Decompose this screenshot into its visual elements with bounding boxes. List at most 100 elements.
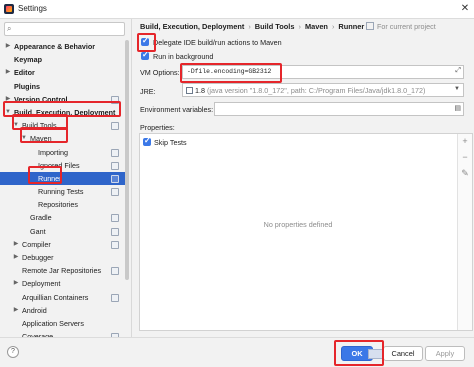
sidebar-item-appearance-behavior[interactable]: ▶ Appearance & Behavior xyxy=(0,40,125,53)
jre-select[interactable]: 1.8 (java version "1.8.0_172", path: C:/… xyxy=(182,83,464,97)
sidebar-item-repositories[interactable]: Repositories xyxy=(0,198,125,211)
sidebar-item-android[interactable]: ▶ Android xyxy=(0,304,125,317)
project-scope-icon xyxy=(111,267,119,276)
project-scope-icon xyxy=(111,188,119,197)
breadcrumb-separator: › xyxy=(298,22,301,31)
chevron-down-icon[interactable]: ▼ xyxy=(20,132,28,145)
sidebar-item-ignored-files[interactable]: Ignored Files xyxy=(0,159,125,172)
delegate-label: Delegate IDE build/run actions to Maven xyxy=(153,38,282,47)
properties-table[interactable]: Skip Tests No properties defined + − ✎ xyxy=(139,133,473,331)
sidebar-item-label: Compiler xyxy=(22,239,51,249)
settings-search-input[interactable]: ⌕ xyxy=(4,22,125,36)
project-scope-icon xyxy=(111,227,119,236)
sidebar-item-gradle[interactable]: Gradle xyxy=(0,211,125,224)
sidebar-item-running-tests[interactable]: Running Tests xyxy=(0,185,125,198)
vm-options-label: VM Options: xyxy=(140,68,180,77)
runner-settings-panel: Build, Execution, Deployment › Build Tools… xyxy=(132,19,474,337)
jre-label: JRE: xyxy=(140,87,156,96)
project-scope-icon xyxy=(111,122,119,131)
vm-options-value: -Dfile.encoding=GB2312 xyxy=(187,68,272,75)
sidebar-item-importing[interactable]: Importing xyxy=(0,146,125,159)
sidebar-item-remote-jar-repositories[interactable]: Remote Jar Repositories xyxy=(0,264,125,277)
sidebar-item-label: Repositories xyxy=(38,200,78,210)
chevron-down-icon[interactable]: ▼ xyxy=(12,119,20,132)
jre-value: 1.8 xyxy=(195,86,205,95)
breadcrumb-item: Maven xyxy=(304,22,328,31)
project-scope-icon xyxy=(111,214,119,223)
chevron-right-icon[interactable]: ▶ xyxy=(4,93,12,106)
chevron-down-icon[interactable]: ▼ xyxy=(4,106,12,119)
sidebar-item-build-tools[interactable]: ▼ Build Tools xyxy=(0,119,125,132)
for-project-label: For current project xyxy=(377,22,436,31)
sidebar-item-label: Debugger xyxy=(22,253,54,262)
edit-icon[interactable]: ✎ xyxy=(458,168,472,179)
breadcrumb-separator: › xyxy=(331,22,335,31)
chevron-right-icon[interactable]: ▶ xyxy=(4,40,12,53)
close-icon[interactable]: ✕ xyxy=(458,2,472,16)
skip-tests-label: Skip Tests xyxy=(154,138,187,147)
sidebar-item-maven[interactable]: ▼ Maven xyxy=(0,132,125,145)
search-icon: ⌕ xyxy=(7,24,12,33)
sidebar-item-label: Gradle xyxy=(30,213,52,223)
skip-tests-checkbox[interactable] xyxy=(143,136,151,146)
settings-sidebar: ⌕ ▶ Appearance & Behavior Keymap ▶ Editor Plu… xyxy=(0,19,132,342)
remove-icon[interactable]: − xyxy=(458,152,472,162)
settings-tree: ▶ Appearance & Behavior Keymap ▶ Editor Plugi… xyxy=(0,40,125,343)
help-button[interactable]: ? xyxy=(7,346,19,358)
project-scope-icon xyxy=(111,240,119,249)
apply-button[interactable]: Apply xyxy=(425,346,465,361)
browse-icon[interactable]: ▤ xyxy=(454,104,461,112)
project-scope-icon xyxy=(111,161,119,170)
project-scope-icon xyxy=(111,95,119,104)
sidebar-item-label: Ignored Files xyxy=(38,160,80,170)
sidebar-item-application-servers[interactable]: Application Servers xyxy=(0,317,125,330)
delegate-checkbox[interactable] xyxy=(141,36,149,46)
title-bar: Settings ✕ xyxy=(0,0,474,19)
sidebar-item-debugger[interactable]: ▶ Debugger xyxy=(0,251,125,264)
sidebar-item-label: Maven xyxy=(30,134,52,144)
chevron-right-icon[interactable]: ▶ xyxy=(12,304,20,317)
sidebar-item-plugins[interactable]: Plugins xyxy=(0,80,125,93)
sidebar-item-label: Plugins xyxy=(14,81,40,91)
no-properties-text: No properties defined xyxy=(263,220,333,229)
sidebar-scrollbar[interactable] xyxy=(125,40,129,280)
sidebar-item-deployment[interactable]: ▶ Deployment xyxy=(0,277,125,290)
properties-toolbar: + − ✎ xyxy=(457,134,472,330)
chevron-right-icon[interactable]: ▶ xyxy=(4,66,12,79)
project-scope-icon xyxy=(111,293,119,302)
sidebar-item-label: Deployment xyxy=(22,279,61,289)
sidebar-item-label: Application Servers xyxy=(22,318,84,328)
sidebar-item-gant[interactable]: Gant xyxy=(0,225,125,238)
sidebar-item-label: Build, Execution, Deployment xyxy=(14,107,116,117)
sidebar-item-build-execution-deployment[interactable]: ▼ Build, Execution, Deployment xyxy=(0,106,125,119)
sidebar-item-label: Appearance & Behavior xyxy=(14,42,96,51)
sidebar-item-label: Running Tests xyxy=(38,187,84,197)
sidebar-item-label: Runner xyxy=(38,173,62,183)
jdk-folder-icon xyxy=(186,87,193,94)
properties-label: Properties: xyxy=(140,123,175,132)
vm-options-input[interactable]: -Dfile.encoding=GB2312 ⤢ xyxy=(182,65,464,79)
environment-variables-input[interactable]: ▤ xyxy=(214,102,464,116)
sidebar-item-runner[interactable]: Runner xyxy=(0,171,125,186)
breadcrumb: Build, Execution, Deployment › Build Tools… xyxy=(140,22,364,31)
expand-icon[interactable]: ⤢ xyxy=(455,67,461,75)
mouse-cursor-icon xyxy=(368,349,384,359)
chevron-right-icon[interactable]: ▶ xyxy=(12,277,20,290)
sidebar-item-arquillian-containers[interactable]: Arquillian Containers xyxy=(0,291,125,304)
sidebar-item-label: Remote Jar Repositories xyxy=(22,266,102,276)
window-title: Settings xyxy=(18,4,47,13)
app-logo-icon xyxy=(4,4,14,14)
sidebar-item-label: Gant xyxy=(30,226,46,236)
breadcrumb-separator: › xyxy=(248,22,251,31)
sidebar-item-editor[interactable]: ▶ Editor xyxy=(0,66,125,79)
run-in-background-checkbox[interactable] xyxy=(141,50,149,60)
chevron-right-icon[interactable]: ▶ xyxy=(12,238,20,251)
sidebar-item-compiler[interactable]: ▶ Compiler xyxy=(0,238,125,251)
chevron-right-icon[interactable]: ▶ xyxy=(12,251,20,264)
cancel-button[interactable]: Cancel xyxy=(383,346,423,361)
add-icon[interactable]: + xyxy=(458,136,472,146)
sidebar-item-version-control[interactable]: ▶ Version Control xyxy=(0,93,125,106)
sidebar-item-keymap[interactable]: Keymap xyxy=(0,53,125,66)
environment-variables-label: Environment variables: xyxy=(140,105,214,114)
chevron-down-icon: ▼ xyxy=(454,86,460,92)
